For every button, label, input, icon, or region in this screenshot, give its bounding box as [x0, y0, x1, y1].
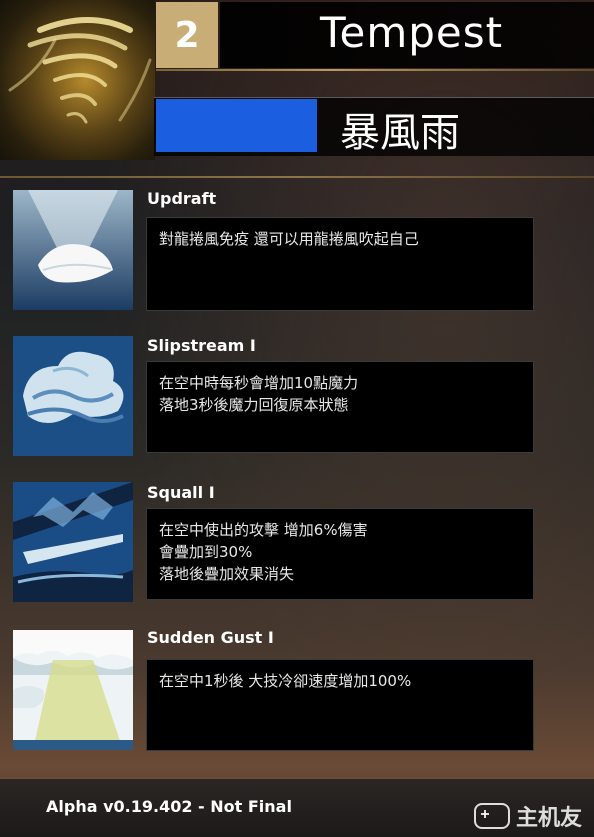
watermark-text: 主机友: [515, 806, 582, 831]
skill-tree-title: Tempest: [320, 8, 504, 57]
skill-name: Slipstream I: [147, 336, 256, 355]
gamepad-icon: [473, 803, 510, 829]
skill-name: Updraft: [147, 189, 217, 208]
feather-icon[interactable]: [13, 190, 133, 310]
title-underline: [156, 69, 594, 71]
rank-badge: 2: [156, 2, 218, 68]
wind-slash-icon[interactable]: [13, 482, 133, 602]
watermark: 主机友: [473, 800, 582, 832]
description-line: 對龍捲風免疫 還可以用龍捲風吹起自己: [159, 230, 419, 248]
description-line: 落地3秒後魔力回復原本狀態: [159, 396, 349, 414]
cloud-wind-icon[interactable]: [13, 336, 133, 456]
description-line: 在空中時每秒會增加10點魔力: [159, 374, 359, 392]
skill-name: Sudden Gust I: [147, 628, 274, 647]
tornado-icon: [0, 0, 155, 160]
header-divider: [0, 176, 594, 178]
description-line: 在空中使出的攻擊 增加6%傷害: [159, 521, 368, 539]
skill-name: Squall I: [147, 483, 215, 502]
skill-description: 在空中使出的攻擊 增加6%傷害 會疊加到30% 落地後疊加效果消失: [146, 508, 534, 600]
description-line: 落地後疊加效果消失: [159, 565, 295, 583]
description-line: 在空中1秒後 大技冷卻速度增加100%: [159, 672, 412, 690]
description-line: 會疊加到30%: [159, 543, 253, 561]
skill-description: 對龍捲風免疫 還可以用龍捲風吹起自己: [146, 217, 534, 311]
skill-description: 在空中時每秒會增加10點魔力 落地3秒後魔力回復原本狀態: [146, 361, 534, 453]
skill-description: 在空中1秒後 大技冷卻速度增加100%: [146, 659, 534, 751]
progress-bar-fill: [156, 99, 317, 152]
sunbeam-cloud-icon[interactable]: [13, 630, 133, 750]
version-label: Alpha v0.19.402 - Not Final: [46, 797, 292, 816]
skill-tree-subtitle: 暴風雨: [340, 110, 460, 156]
